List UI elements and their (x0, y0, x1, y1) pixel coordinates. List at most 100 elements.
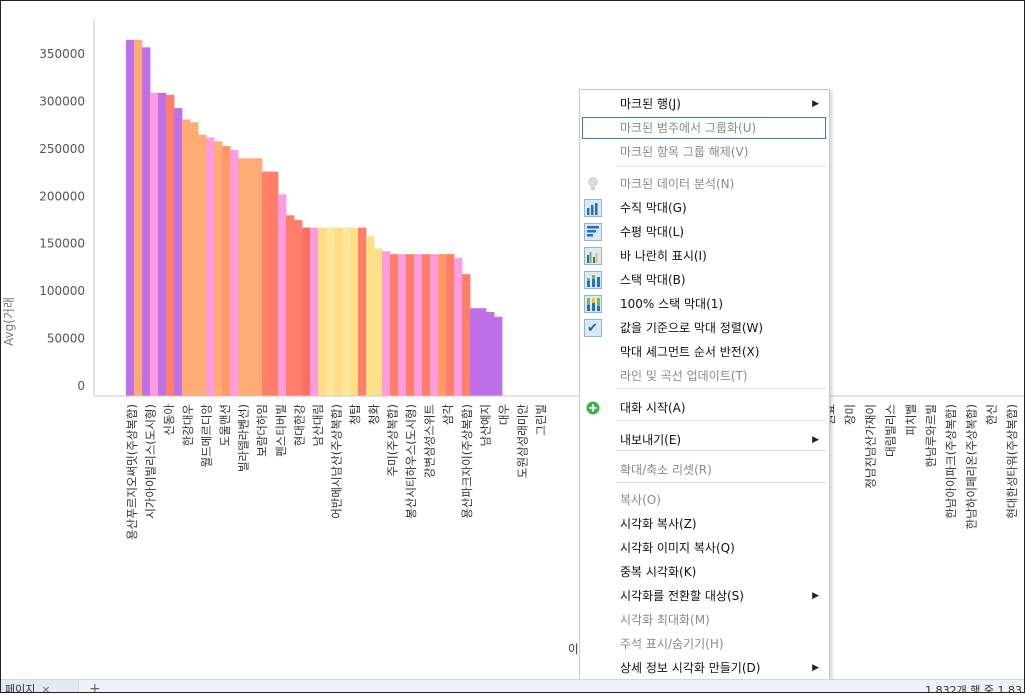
bar[interactable] (462, 274, 471, 396)
menu-item-label: 대화 시작(A) (620, 401, 686, 415)
menu-separator (616, 450, 826, 451)
menu-separator (616, 388, 826, 389)
context-menu[interactable]: 마크된 행(J) ▶ 마크된 범주에서 그룹화(U) 마크된 항목 그룹 해제(V) 마… (579, 89, 830, 692)
menu-item[interactable]: 시각화를 전환할 대상(S) ▶ (580, 584, 829, 608)
menu-item[interactable]: 시각화 이미지 복사(Q) (580, 536, 829, 560)
plus-circle-icon (584, 399, 602, 417)
bar[interactable] (454, 257, 463, 396)
bar[interactable] (414, 254, 423, 396)
bar[interactable] (270, 171, 279, 396)
x-tick-label: 도울맨션 (218, 404, 232, 446)
bar[interactable] (342, 227, 351, 396)
menu-item[interactable]: 마크된 범주에서 그룹화(U) (580, 116, 829, 140)
menu-item[interactable]: 마크된 항목 그룹 해제(V) (580, 140, 829, 164)
menu-item[interactable]: 시각화 최대화(M) (580, 608, 829, 632)
menu-item[interactable]: 마크된 행(J) ▶ (580, 92, 829, 116)
menu-item[interactable]: 상세 정보 시각화 만들기(D) ▶ (580, 656, 829, 680)
x-tick-label: 강변삼성스위트 (423, 404, 437, 478)
bars-group[interactable] (126, 39, 503, 397)
bar[interactable] (422, 254, 431, 396)
menu-item-label: 마크된 행(J) (620, 97, 681, 111)
menu-item[interactable]: 시각화 복사(Z) (580, 512, 829, 536)
bar[interactable] (174, 108, 183, 396)
menu-item[interactable]: 중복 시각화(K) (580, 560, 829, 584)
menu-item[interactable]: 바 나란히 표시(I) (580, 244, 829, 268)
x-tick-label: 보람더하임 (255, 404, 269, 457)
menu-item[interactable]: 라인 및 곡선 업데이트(T) (580, 364, 829, 388)
bar[interactable] (166, 94, 175, 396)
x-tick-label: 봉산시티하우스(도시형) (404, 404, 418, 519)
y-tick-label: 100000 (39, 284, 85, 298)
menu-item[interactable]: 막대 세그먼트 순서 반전(X) (580, 340, 829, 364)
bar[interactable] (182, 119, 191, 396)
menu-item[interactable]: 마크된 데이터 분석(N) (580, 172, 829, 196)
bar[interactable] (318, 227, 327, 396)
y-tick-label: 0 (77, 379, 85, 393)
bar[interactable] (214, 141, 223, 396)
bar[interactable] (206, 137, 215, 396)
menu-item[interactable]: 스택 막대(B) (580, 268, 829, 292)
y-tick-label: 250000 (39, 142, 85, 156)
menu-item[interactable]: 수직 막대(G) (580, 196, 829, 220)
y-tick-label: 200000 (39, 189, 85, 203)
bar[interactable] (126, 39, 135, 397)
bar[interactable] (430, 254, 439, 396)
bar[interactable] (470, 308, 479, 396)
bar[interactable] (398, 254, 407, 396)
bar[interactable] (134, 39, 143, 397)
bar[interactable] (294, 220, 303, 396)
bar[interactable] (326, 227, 335, 396)
bar[interactable] (446, 254, 455, 396)
tab-page[interactable]: 페이지 × (1, 680, 79, 692)
add-tab-button[interactable]: + (89, 680, 101, 692)
menu-item[interactable]: 주석 표시/숨기기(H) (580, 632, 829, 656)
menu-item-label: 시각화 이미지 복사(Q) (620, 541, 735, 555)
menu-item-label: 마크된 데이터 분석(N) (620, 177, 735, 191)
x-tick-label: 한강대우 (181, 404, 195, 446)
lightbulb-icon (584, 175, 602, 193)
row-count: 1,832개 행 중 1,83 (925, 684, 1022, 693)
y-tick-label: 350000 (39, 47, 85, 61)
menu-item-label: 마크된 범주에서 그룹화(U) (620, 121, 757, 135)
menu-item[interactable]: 수평 막대(L) (580, 220, 829, 244)
bar-chart[interactable]: 0 50000 100000 150000 200000 250000 300000 3500… (1, 1, 1025, 679)
menu-item-label: 주석 표시/숨기기(H) (620, 637, 724, 651)
bar[interactable] (254, 158, 263, 396)
bar[interactable] (198, 134, 207, 396)
menu-item[interactable]: 대화 시작(A) (580, 396, 829, 420)
bar[interactable] (358, 227, 367, 396)
menu-item-label: 수직 막대(G) (620, 201, 687, 215)
bar[interactable] (486, 312, 495, 396)
bar[interactable] (246, 158, 255, 396)
bar[interactable] (150, 92, 159, 396)
bar[interactable] (238, 158, 247, 396)
chevron-right-icon: ▶ (812, 663, 819, 673)
bar[interactable] (390, 254, 399, 396)
bar[interactable] (478, 308, 487, 396)
bar[interactable] (142, 47, 151, 397)
menu-item[interactable]: 100% 스택 막대(1) (580, 292, 829, 316)
bar[interactable] (494, 316, 503, 396)
vertical-bar-icon (584, 199, 602, 217)
bar[interactable] (262, 171, 271, 396)
bar[interactable] (366, 236, 375, 396)
bar[interactable] (158, 92, 167, 396)
menu-item[interactable]: ✔ 값을 기준으로 막대 정렬(W) (580, 316, 829, 340)
bar[interactable] (222, 146, 231, 396)
menu-item[interactable]: 확대/축소 리셋(R) (580, 458, 829, 482)
menu-item[interactable]: 복사(O) (580, 488, 829, 512)
bar[interactable] (302, 227, 311, 396)
bar[interactable] (190, 122, 199, 397)
bar[interactable] (230, 149, 239, 396)
bar[interactable] (310, 227, 319, 396)
bar[interactable] (334, 227, 343, 396)
bar[interactable] (278, 194, 287, 396)
menu-item[interactable]: 내보내기(E) ▶ (580, 428, 829, 452)
close-icon[interactable]: × (41, 683, 50, 692)
bar[interactable] (374, 248, 383, 396)
bar[interactable] (286, 215, 295, 396)
bar[interactable] (350, 227, 359, 396)
bar[interactable] (382, 251, 391, 396)
bar[interactable] (406, 254, 415, 396)
bar[interactable] (438, 254, 447, 396)
